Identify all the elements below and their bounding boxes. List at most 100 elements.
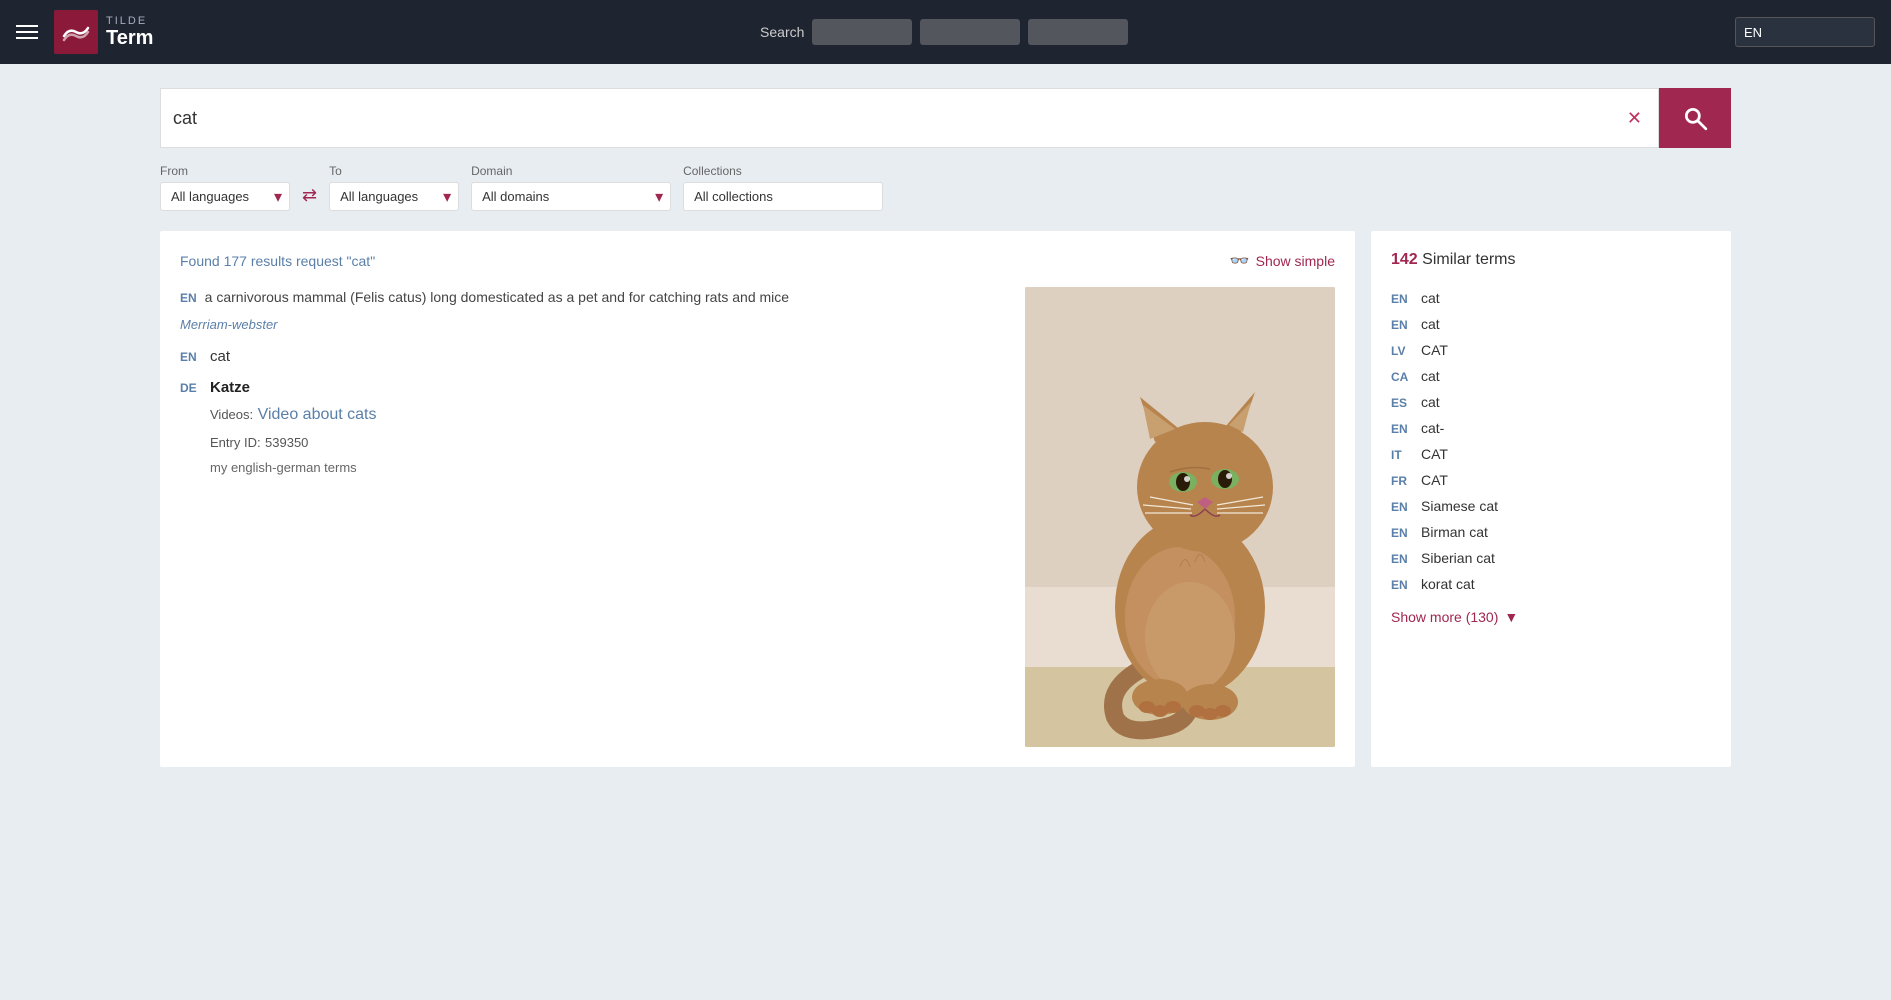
similar-item-lang: CA — [1391, 370, 1413, 384]
search-bar: ✕ — [160, 88, 1731, 148]
similar-item-term: cat- — [1421, 420, 1444, 436]
similar-item[interactable]: EN Siberian cat — [1391, 545, 1711, 571]
filter-collections-select[interactable]: All collections — [683, 182, 883, 211]
videos-label: Videos: — [210, 407, 253, 422]
similar-item-term: cat — [1421, 316, 1440, 332]
header-search-box-1 — [812, 19, 912, 45]
similar-title: 142 Similar terms — [1391, 251, 1711, 269]
header-search-box-3 — [1028, 19, 1128, 45]
similar-item-term: cat — [1421, 290, 1440, 306]
similar-item-term: Birman cat — [1421, 524, 1488, 540]
similar-item-term: cat — [1421, 394, 1440, 410]
results-count: Found 177 results request "cat" — [180, 253, 375, 269]
similar-count: 142 — [1391, 251, 1418, 268]
similar-item-lang: EN — [1391, 578, 1413, 592]
similar-item-lang: LV — [1391, 344, 1413, 358]
similar-item-lang: IT — [1391, 448, 1413, 462]
entry-source-link[interactable]: Merriam-webster — [180, 317, 278, 332]
search-button[interactable] — [1659, 88, 1731, 148]
filter-to-wrapper: All languages — [329, 182, 459, 211]
cat-image-svg — [1025, 287, 1335, 747]
term-row-en: EN cat — [180, 348, 1009, 365]
header-right: EN LV DE — [1735, 17, 1875, 47]
logo-term-text: Term — [106, 27, 153, 50]
similar-item[interactable]: LV CAT — [1391, 337, 1711, 363]
filter-domain-label: Domain — [471, 164, 671, 178]
entry-lang-tag: EN — [180, 291, 197, 305]
entry-text: EN a carnivorous mammal (Felis catus) lo… — [180, 287, 1009, 747]
similar-item-term: korat cat — [1421, 576, 1475, 592]
similar-item-term: CAT — [1421, 446, 1448, 462]
logo-text: TILDE Term — [106, 15, 153, 50]
term-word-de: Katze — [210, 379, 250, 396]
app-header: TILDE Term Search EN LV DE — [0, 0, 1891, 64]
cat-image — [1025, 287, 1335, 747]
entry-container: EN a carnivorous mammal (Felis catus) lo… — [180, 287, 1335, 747]
results-sidebar: 142 Similar terms EN cat EN cat LV CAT C… — [1371, 231, 1731, 767]
entry-id-label: Entry ID: — [210, 435, 261, 450]
term-row-de: DE Katze — [180, 379, 1009, 396]
filter-to-group: To All languages — [329, 164, 459, 211]
similar-item[interactable]: EN cat — [1391, 311, 1711, 337]
similar-title-suffix: Similar terms — [1422, 251, 1515, 268]
filter-from-label: From — [160, 164, 290, 178]
results-header: Found 177 results request "cat" 👓 Show s… — [180, 251, 1335, 271]
similar-item-lang: EN — [1391, 422, 1413, 436]
filter-from-group: From All languages — [160, 164, 290, 211]
videos-meta-row: Videos: Video about cats — [210, 406, 1009, 424]
logo-container: TILDE Term — [54, 10, 153, 54]
show-more-button[interactable]: Show more (130) ▼ — [1391, 609, 1711, 625]
swap-languages-icon[interactable]: ⇄ — [302, 185, 317, 206]
similar-item[interactable]: IT CAT — [1391, 441, 1711, 467]
glasses-icon: 👓 — [1230, 251, 1250, 271]
logo-wave-icon — [62, 20, 90, 44]
header-search-box-2 — [920, 19, 1020, 45]
similar-item[interactable]: ES cat — [1391, 389, 1711, 415]
filter-from-select[interactable]: All languages — [160, 182, 290, 211]
entry-id-value: 539350 — [265, 435, 308, 450]
filter-domain-group: Domain All domains — [471, 164, 671, 211]
similar-item-lang: ES — [1391, 396, 1413, 410]
clear-icon[interactable]: ✕ — [1623, 104, 1646, 133]
similar-item-lang: EN — [1391, 292, 1413, 306]
results-layout: Found 177 results request "cat" 👓 Show s… — [160, 231, 1731, 767]
filter-domain-wrapper: All domains — [471, 182, 671, 211]
logo-tilde-text: TILDE — [106, 15, 153, 27]
entry-id-row: Entry ID: 539350 — [210, 434, 1009, 452]
similar-item[interactable]: EN Birman cat — [1391, 519, 1711, 545]
similar-item-lang: EN — [1391, 500, 1413, 514]
term-lang-de: DE — [180, 381, 202, 395]
similar-item-lang: FR — [1391, 474, 1413, 488]
similar-item-lang: EN — [1391, 526, 1413, 540]
results-main: Found 177 results request "cat" 👓 Show s… — [160, 231, 1355, 767]
similar-item[interactable]: CA cat — [1391, 363, 1711, 389]
filter-domain-select[interactable]: All domains — [471, 182, 671, 211]
logo-box — [54, 10, 98, 54]
header-lang-select[interactable]: EN LV DE — [1735, 17, 1875, 47]
menu-icon[interactable] — [16, 25, 38, 39]
similar-item[interactable]: EN korat cat — [1391, 571, 1711, 597]
header-search-label: Search — [760, 24, 804, 40]
search-input[interactable] — [173, 108, 1623, 129]
filter-collections-label: Collections — [683, 164, 883, 178]
filter-to-select[interactable]: All languages — [329, 182, 459, 211]
similar-item-term: CAT — [1421, 342, 1448, 358]
similar-item[interactable]: EN cat- — [1391, 415, 1711, 441]
similar-item-lang: EN — [1391, 552, 1413, 566]
similar-item-term: cat — [1421, 368, 1440, 384]
similar-item-term: CAT — [1421, 472, 1448, 488]
similar-item[interactable]: FR CAT — [1391, 467, 1711, 493]
term-word-en: cat — [210, 348, 230, 365]
filter-collections-group: Collections All collections — [683, 164, 883, 211]
similar-item-term: Siberian cat — [1421, 550, 1495, 566]
video-link[interactable]: Video about cats — [258, 406, 377, 423]
search-icon — [1682, 105, 1708, 131]
similar-item[interactable]: EN cat — [1391, 285, 1711, 311]
search-input-wrapper: ✕ — [160, 88, 1659, 148]
show-simple-button[interactable]: 👓 Show simple — [1230, 251, 1335, 271]
similar-item[interactable]: EN Siamese cat — [1391, 493, 1711, 519]
chevron-down-icon: ▼ — [1504, 609, 1518, 625]
header-search-section: Search — [169, 19, 1719, 45]
main-container: ✕ From All languages ⇄ To All languages — [0, 64, 1891, 1000]
similar-items-list: EN cat EN cat LV CAT CA cat ES cat EN ca… — [1391, 285, 1711, 597]
